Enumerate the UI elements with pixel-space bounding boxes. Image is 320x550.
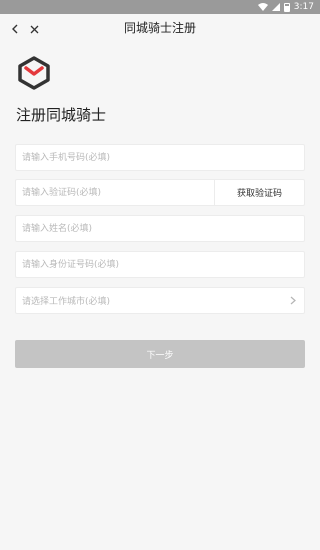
- top-nav-bar: 同城骑士注册: [0, 14, 320, 42]
- next-step-button[interactable]: 下一步: [15, 340, 305, 368]
- id-card-field: [15, 251, 305, 278]
- verification-code-input[interactable]: [16, 180, 216, 205]
- verification-code-field: 获取验证码: [15, 179, 305, 206]
- back-button[interactable]: [6, 14, 24, 42]
- id-card-input[interactable]: [16, 252, 304, 277]
- city-select-placeholder: 请选择工作城市(必填): [22, 297, 111, 307]
- status-time: 3:17: [293, 2, 314, 12]
- phone-field: [15, 144, 305, 171]
- page-heading: 注册同城骑士: [16, 106, 107, 124]
- page-title: 同城骑士注册: [123, 21, 196, 35]
- close-button[interactable]: [25, 14, 43, 42]
- signal-icon: [271, 3, 280, 11]
- city-select[interactable]: 请选择工作城市(必填): [15, 287, 305, 314]
- get-code-button[interactable]: 获取验证码: [214, 180, 304, 205]
- battery-icon: [283, 2, 290, 12]
- phone-input[interactable]: [16, 145, 304, 170]
- wifi-icon: [257, 3, 268, 11]
- chevron-left-icon: [11, 19, 19, 38]
- close-icon: [30, 19, 39, 38]
- chevron-right-icon: [286, 296, 300, 305]
- name-field: [15, 215, 305, 242]
- status-bar: 3:17: [0, 0, 320, 14]
- name-input[interactable]: [16, 216, 304, 241]
- app-logo: [17, 56, 51, 90]
